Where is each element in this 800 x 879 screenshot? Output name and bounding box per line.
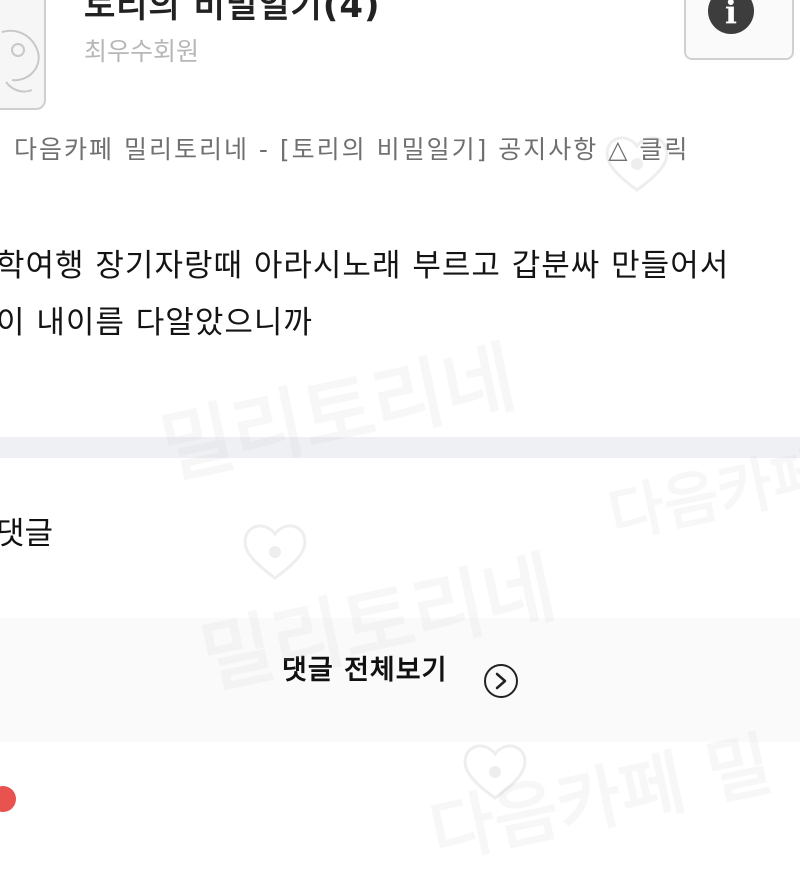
avatar-illustration bbox=[1, 29, 40, 93]
section-divider bbox=[0, 437, 800, 458]
heart-paw-icon bbox=[243, 524, 307, 580]
watermark-text: 밀리토리네 bbox=[153, 333, 524, 496]
post-body-line-2: 이 내이름 다알았으니까 bbox=[0, 305, 313, 341]
info-icon: i bbox=[708, 0, 754, 34]
post-body-line-1: 학여행 장기자랑때 아라시노래 부르고 갑분싸 만들어서 bbox=[0, 248, 730, 284]
post-title: 토리의 비밀일기(4) bbox=[84, 0, 381, 26]
notification-dot bbox=[0, 786, 16, 812]
heart-paw-icon bbox=[463, 744, 527, 800]
author-name: 최우수회원 bbox=[84, 37, 200, 66]
comments-heading: 댓글 bbox=[0, 516, 54, 552]
author-avatar[interactable] bbox=[0, 0, 46, 110]
view-all-comments-button[interactable]: 댓글 전체보기 bbox=[0, 618, 800, 742]
view-all-comments-label: 댓글 전체보기 bbox=[282, 655, 448, 686]
cafe-breadcrumb[interactable]: 다음카페 밀리토리네 - [토리의 비밀일기] 공지사항 △ 클릭 bbox=[14, 130, 689, 166]
chevron-right-circle-icon bbox=[484, 664, 518, 698]
info-button[interactable]: i bbox=[684, 0, 794, 60]
